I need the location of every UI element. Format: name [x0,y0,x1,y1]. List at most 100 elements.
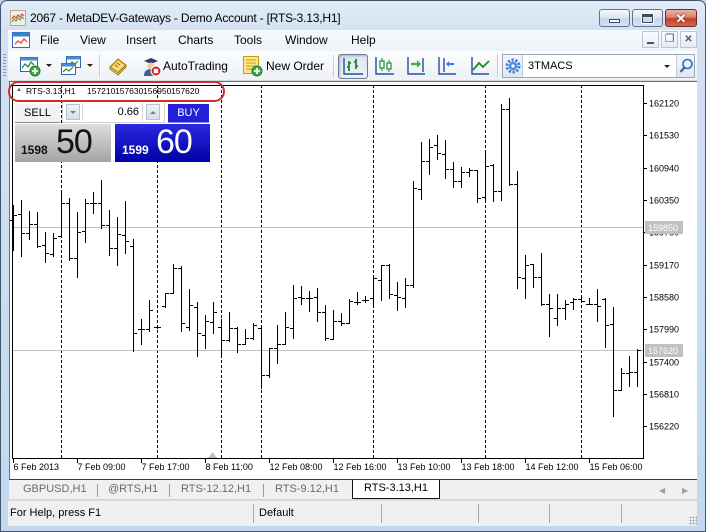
ohlc-bar[interactable] [562,300,569,320]
lot-size-input[interactable] [82,103,143,121]
maximize-button[interactable] [632,9,663,27]
ohlc-bar[interactable] [546,294,553,337]
menu-file[interactable]: File [40,33,59,47]
ohlc-bar[interactable] [538,253,545,306]
app-icon[interactable] [10,10,26,26]
chart-shift-marker-icon[interactable] [208,452,217,458]
ohlc-bar[interactable] [298,286,305,305]
ohlc-bar[interactable] [258,327,265,389]
new-order-button[interactable] [241,55,263,77]
ohlc-bar[interactable] [378,265,385,301]
ohlc-bar[interactable] [466,168,473,177]
ohlc-bar[interactable] [290,285,297,339]
ohlc-bar[interactable] [106,210,113,256]
ohlc-bar[interactable] [474,170,481,203]
collapse-triangle-icon[interactable]: ▲ [16,87,22,93]
indicator-settings-button[interactable] [503,55,523,77]
ohlc-bar[interactable] [18,200,25,257]
chart-window[interactable]: 1621201615301609401603501597601591701585… [9,81,697,480]
toolbar-grip[interactable] [3,54,6,78]
ohlc-bar[interactable] [554,294,561,326]
ohlc-bar[interactable] [522,255,529,299]
indicator-combo-value[interactable]: 3TMACS [528,60,573,72]
candlestick-button[interactable] [374,55,396,77]
ohlc-bar[interactable] [586,298,593,305]
ohlc-chart[interactable]: 1621201615301609401603501597601591701585… [10,82,697,479]
lot-decrease-button[interactable] [66,104,80,120]
ohlc-bar[interactable] [130,239,137,352]
ohlc-bar[interactable] [186,289,193,331]
bar-chart-button[interactable] [338,54,368,79]
ohlc-bar[interactable] [450,162,457,188]
ohlc-bar[interactable] [114,217,121,266]
tab-scroll-right-icon[interactable]: ▶ [682,486,688,495]
ohlc-bar[interactable] [58,193,65,238]
ohlc-bar[interactable] [306,291,313,312]
ohlc-bar[interactable] [98,180,105,229]
ohlc-bar[interactable] [354,292,361,305]
chart-window-icon[interactable] [12,32,30,48]
ohlc-bar[interactable] [338,313,345,326]
ohlc-bar[interactable] [618,368,625,391]
tab-rts-12-12-h1[interactable]: RTS-12.12,H1 [181,483,251,495]
ohlc-bar[interactable] [250,323,257,340]
ohlc-bar[interactable] [66,198,73,261]
ohlc-bar[interactable] [90,192,97,214]
ohlc-bar[interactable] [226,312,233,342]
resize-grip[interactable] [689,516,697,525]
line-chart-button[interactable] [469,55,491,77]
tab-rts-9-12-h1[interactable]: RTS-9.12,H1 [275,483,339,495]
ohlc-bar[interactable] [234,327,241,353]
autoscroll-button[interactable] [436,55,458,77]
sell-price-button[interactable]: 1598 50 [15,123,111,162]
ohlc-bar[interactable] [514,171,521,289]
ohlc-bar[interactable] [74,212,81,278]
menu-charts[interactable]: Charts [178,33,213,47]
ohlc-bar[interactable] [402,278,409,308]
ohlc-bar[interactable] [434,135,441,160]
ohlc-bar[interactable] [346,299,353,324]
profiles-button[interactable] [60,55,82,77]
ohlc-bar[interactable] [154,325,161,329]
mdi-restore-button[interactable]: ❐ [661,31,678,48]
ohlc-bar[interactable] [202,315,209,349]
ohlc-bar[interactable] [530,264,537,288]
ohlc-bar[interactable] [370,277,377,306]
mdi-close-button[interactable]: ✕ [680,31,697,48]
autotrading-button[interactable] [140,55,162,77]
menu-tools[interactable]: Tools [234,33,262,47]
ohlc-bar[interactable] [442,140,449,179]
ohlc-bar[interactable] [178,266,185,332]
ohlc-bar[interactable] [578,298,585,303]
ohlc-bar[interactable] [458,167,465,188]
lot-increase-button[interactable] [146,104,160,120]
menu-window[interactable]: Window [285,33,328,47]
new-chart-button[interactable] [19,55,41,77]
ohlc-bar[interactable] [482,151,489,201]
ohlc-bar[interactable] [610,307,617,417]
ohlc-bar[interactable] [210,302,217,334]
ohlc-bar[interactable] [26,211,33,240]
navigator-button[interactable] [107,55,129,77]
ohlc-bar[interactable] [42,232,49,263]
ohlc-bar[interactable] [426,139,433,175]
tab-rts-3-13-h1[interactable]: RTS-3.13,H1 [352,480,440,499]
tab-rts-h1[interactable]: @RTS,H1 [108,483,158,495]
ohlc-bar[interactable] [626,356,633,387]
ohlc-bar[interactable] [386,264,393,299]
ohlc-bar[interactable] [274,325,281,364]
ohlc-bar[interactable] [266,348,273,378]
close-button[interactable]: ✕ [665,9,697,27]
menu-insert[interactable]: Insert [126,33,156,47]
menu-help[interactable]: Help [351,33,376,47]
ohlc-bar[interactable] [418,142,425,200]
sell-label[interactable]: SELL [15,104,60,123]
ohlc-bar[interactable] [362,296,369,303]
ohlc-bar[interactable] [218,319,225,358]
ohlc-bar[interactable] [490,164,497,202]
chart-shift-button[interactable] [405,55,427,77]
ohlc-bar[interactable] [162,293,169,308]
ohlc-bar[interactable] [138,319,145,345]
ohlc-bar[interactable] [82,199,89,243]
ohlc-bar[interactable] [282,312,289,345]
